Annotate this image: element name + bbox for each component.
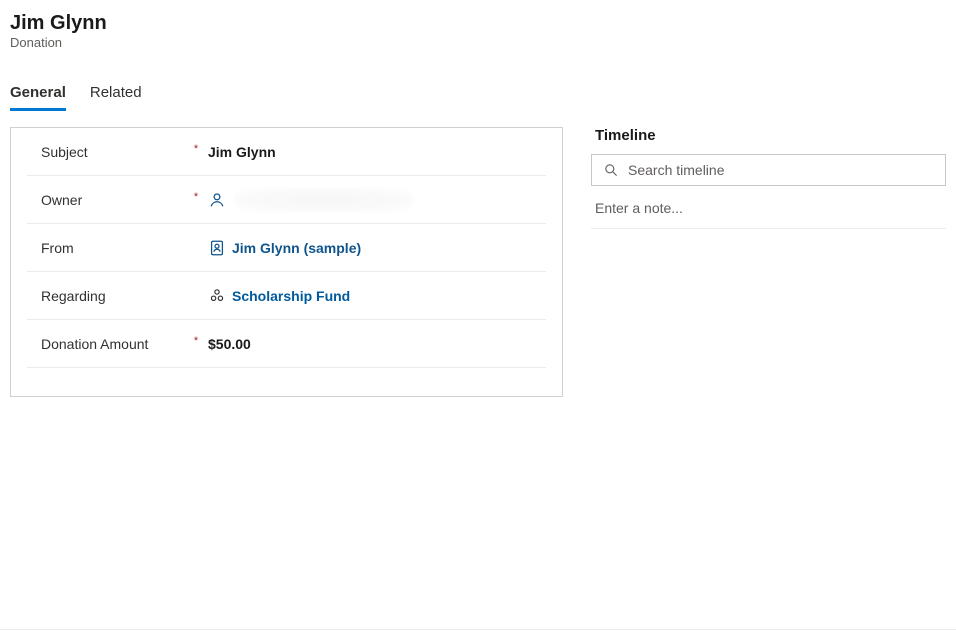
required-marker: *	[186, 143, 206, 155]
field-regarding[interactable]: Regarding Scholarship Fund	[27, 272, 546, 320]
field-from[interactable]: From Jim Glynn (sample)	[27, 224, 546, 272]
field-label-owner: Owner	[41, 192, 186, 208]
required-marker: *	[186, 335, 206, 347]
timeline-search-input[interactable]	[628, 162, 935, 178]
from-lookup-link[interactable]: Jim Glynn (sample)	[208, 239, 361, 257]
regarding-lookup-link[interactable]: Scholarship Fund	[208, 287, 350, 305]
owner-name-redacted	[234, 188, 414, 212]
field-value-donation-amount: $50.00	[206, 336, 542, 352]
field-label-regarding: Regarding	[41, 288, 186, 304]
field-label-donation-amount: Donation Amount	[41, 336, 186, 352]
field-value-regarding: Scholarship Fund	[206, 287, 542, 305]
owner-lookup-pill[interactable]	[208, 186, 428, 214]
record-header: Jim Glynn Donation	[0, 0, 956, 56]
field-value-subject: Jim Glynn	[206, 144, 542, 160]
required-marker: *	[186, 191, 206, 203]
tab-related[interactable]: Related	[90, 80, 142, 109]
record-entity-type: Donation	[10, 35, 946, 50]
field-owner[interactable]: Owner *	[27, 176, 546, 224]
regarding-lookup-text: Scholarship Fund	[232, 288, 350, 304]
search-icon	[602, 161, 620, 179]
field-label-subject: Subject	[41, 144, 186, 160]
timeline-title: Timeline	[591, 127, 946, 154]
contact-icon	[208, 239, 226, 257]
timeline-note-input[interactable]: Enter a note...	[591, 186, 946, 216]
form-panel: Subject * Jim Glynn Owner *	[10, 127, 563, 397]
tab-strip: General Related	[0, 80, 956, 109]
tab-general[interactable]: General	[10, 80, 66, 109]
timeline-search[interactable]	[591, 154, 946, 186]
field-label-from: From	[41, 240, 186, 256]
from-lookup-text: Jim Glynn (sample)	[232, 240, 361, 256]
field-value-from: Jim Glynn (sample)	[206, 239, 542, 257]
person-icon	[208, 191, 226, 209]
field-subject[interactable]: Subject * Jim Glynn	[27, 128, 546, 176]
content-area: Subject * Jim Glynn Owner *	[0, 109, 956, 397]
field-donation-amount[interactable]: Donation Amount * $50.00	[27, 320, 546, 368]
field-value-owner	[206, 186, 542, 214]
footer-divider	[0, 629, 956, 630]
timeline-panel: Timeline Enter a note...	[587, 127, 946, 397]
link-cluster-icon	[208, 287, 226, 305]
divider	[591, 228, 946, 229]
record-title: Jim Glynn	[10, 12, 946, 35]
